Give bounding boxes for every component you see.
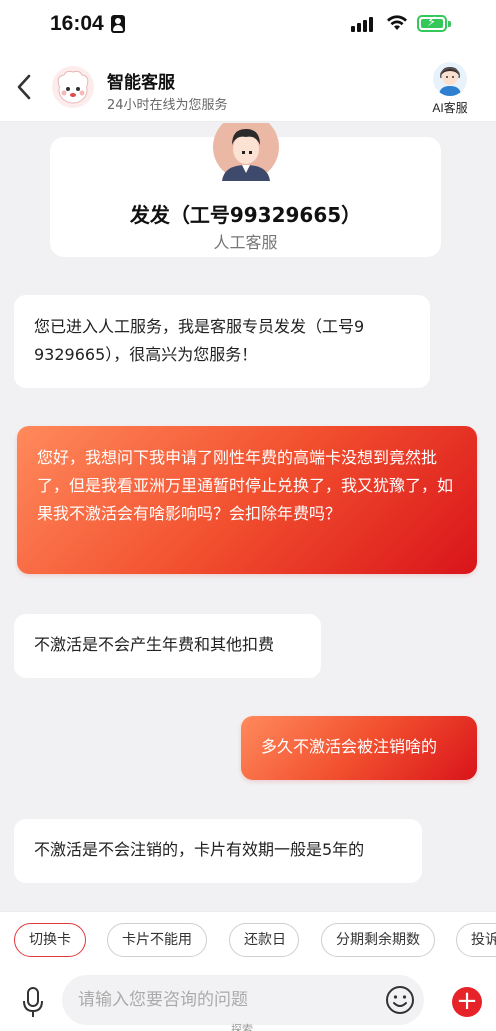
bot-avatar — [52, 66, 94, 108]
chip-complaint[interactable]: 投诉 — [456, 923, 496, 957]
person-badge-icon — [111, 15, 125, 33]
add-icon[interactable]: + — [452, 987, 482, 1017]
message-text: 多久不激活会被注销啥的 — [261, 737, 438, 756]
message-text: 您好，我想问下我申请了刚性年费的高端卡没想到竟然批了，但是我看亚洲万里通暂时停止… — [37, 448, 454, 523]
quick-reply-bar: 切换卡 卡片不能用 还款日 分期剩余期数 投诉 — [0, 911, 496, 967]
message-text: 不激活是不会注销的，卡片有效期一般是5年的 — [34, 840, 365, 859]
chip-card-unusable[interactable]: 卡片不能用 — [107, 923, 207, 957]
message-text: 不激活是不会产生年费和其他扣费 — [34, 635, 275, 654]
agent-message: 不激活是不会注销的，卡片有效期一般是5年的 — [14, 819, 422, 883]
agent-avatar — [212, 123, 280, 181]
status-bar: 16:04 ⚡ — [0, 0, 496, 52]
agent-message: 您已进入人工服务，我是客服专员发发（工号9 9329665），很高兴为您服务！ — [14, 295, 430, 388]
ai-service-label: AI客服 — [432, 101, 468, 115]
chevron-left-icon[interactable] — [12, 72, 38, 102]
emoji-icon[interactable] — [385, 985, 415, 1015]
agent-role: 人工客服 — [213, 233, 278, 252]
chip-installments-remaining[interactable]: 分期剩余期数 — [321, 923, 435, 957]
question-input[interactable] — [62, 975, 424, 1025]
ai-service-button[interactable]: AI客服 — [420, 62, 480, 118]
chat-header: 智能客服 24小时在线为您服务 AI客服 — [0, 52, 496, 122]
battery-icon: ⚡ — [417, 15, 447, 32]
chip-switch-card[interactable]: 切换卡 — [14, 923, 86, 957]
user-message: 您好，我想问下我申请了刚性年费的高端卡没想到竟然批了，但是我看亚洲万里通暂时停止… — [17, 426, 477, 574]
user-message: 多久不激活会被注销啥的 — [241, 716, 477, 780]
message-text: 您已进入人工服务，我是客服专员发发（工号9 9329665），很高兴为您服务！ — [34, 317, 365, 364]
cellular-signal-icon — [351, 16, 377, 32]
header-subtitle: 24小时在线为您服务 — [107, 98, 228, 113]
agent-name: 发发（工号99329665） — [129, 203, 362, 227]
ai-agent-avatar — [433, 62, 467, 96]
chip-repayment-date[interactable]: 还款日 — [229, 923, 299, 957]
microphone-icon[interactable] — [20, 985, 46, 1019]
explore-label: 探索 — [231, 1023, 253, 1031]
agent-message: 不激活是不会产生年费和其他扣费 — [14, 614, 321, 678]
status-time: 16:04 — [50, 12, 104, 35]
header-title: 智能客服 — [107, 73, 175, 93]
input-bar: + 探索 — [0, 967, 496, 1031]
wifi-icon — [387, 15, 407, 30]
